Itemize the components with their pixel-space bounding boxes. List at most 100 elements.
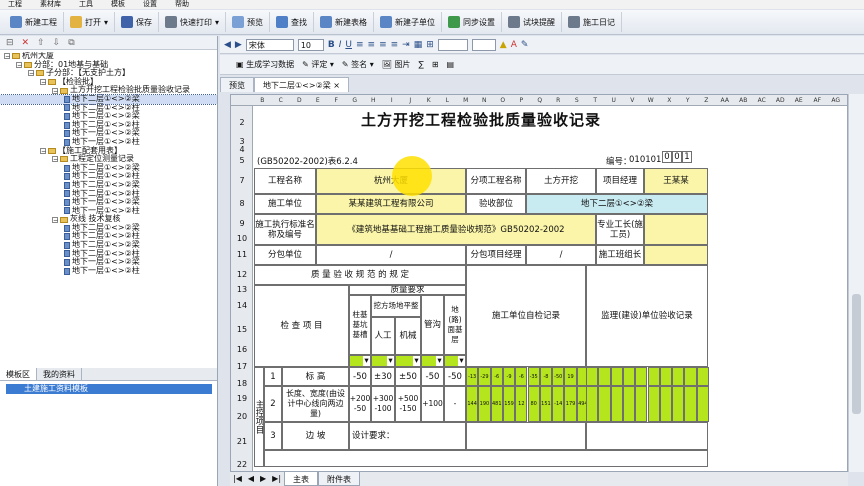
item-name[interactable]: 边 坡 <box>282 422 349 450</box>
scroll-thumb[interactable] <box>852 294 861 414</box>
font-color-icon[interactable]: A <box>511 40 517 50</box>
tab-current-document[interactable]: 地下二层①<>②梁 × <box>254 77 349 92</box>
forward-arrow-icon[interactable]: ▶ <box>235 40 242 50</box>
move-up-icon[interactable]: ⇧ <box>37 38 45 48</box>
merge-icon[interactable]: ⊞ <box>426 40 434 50</box>
item-name[interactable]: 标 高 <box>282 367 349 386</box>
self-check-value[interactable]: 12 <box>515 386 528 422</box>
dropdown-arrow-icon[interactable]: ▾ <box>215 18 219 27</box>
column-header[interactable]: B <box>253 95 272 106</box>
self-check-value[interactable]: -35 <box>527 367 540 386</box>
spec-value[interactable]: - <box>444 386 466 422</box>
check-dropdown[interactable]: ▾ <box>349 355 371 367</box>
column-header[interactable]: S <box>568 95 587 106</box>
supervision-value[interactable] <box>586 367 599 386</box>
row-header[interactable]: 21 <box>231 428 253 456</box>
generate-data-button[interactable]: ▣ 生成学习数据 <box>236 59 294 70</box>
self-check-value[interactable]: 159 <box>502 386 516 422</box>
sub-pm-label[interactable]: 分包项目经理 <box>466 245 526 265</box>
toolbar-button-4[interactable]: 预览 <box>226 12 271 32</box>
field-header[interactable]: 挖方场地平整 <box>371 295 421 317</box>
manual-header[interactable]: 人工 <box>371 317 395 355</box>
column-header[interactable]: V <box>623 95 642 106</box>
project-name-value[interactable]: 杭州大厦 <box>316 168 466 194</box>
picture-button[interactable]: 🖼 图片 <box>382 59 411 70</box>
font-size-select[interactable]: 10 <box>297 38 324 51</box>
check-items-header[interactable]: 检 查 项 目 <box>254 285 349 367</box>
supervision-value[interactable] <box>598 367 611 386</box>
supervision-value[interactable] <box>635 367 648 386</box>
vertical-scrollbar[interactable] <box>848 94 864 472</box>
foreman-value[interactable] <box>644 214 708 245</box>
toolbar-button-5[interactable]: 查找 <box>270 12 315 32</box>
dropdown-arrow-icon[interactable]: ▾ <box>387 356 394 366</box>
column-header[interactable]: D <box>290 95 309 106</box>
self-check-value[interactable]: 19 <box>564 367 577 386</box>
spreadsheet[interactable]: B C D E F G H I J K L M N O P Q R S T U V W X Y Z AA AB AC AD AE AF AG … <box>230 94 848 472</box>
sheet-nav-last-icon[interactable]: ▶| <box>269 472 284 486</box>
self-check-value[interactable]: 80 <box>527 386 540 422</box>
main-control-label[interactable]: 主控项目 <box>254 367 264 467</box>
self-check-value[interactable]: 190 <box>478 386 491 422</box>
spec-value[interactable]: +500 -150 <box>395 386 421 422</box>
column-header[interactable]: M <box>457 95 476 106</box>
quality-req-header[interactable]: 质量要求 <box>349 285 466 295</box>
column-header[interactable]: AA <box>716 95 735 106</box>
column-header[interactable]: AB <box>734 95 753 106</box>
supervision-value[interactable] <box>684 367 697 386</box>
row-header[interactable]: 2 <box>231 107 253 138</box>
dropdown-arrow-icon[interactable]: ▾ <box>458 356 465 366</box>
fill-color-icon[interactable]: ▲ <box>500 40 507 50</box>
expand-toggle-icon[interactable]: − <box>52 156 58 163</box>
column-header[interactable]: L <box>438 95 457 106</box>
column-header[interactable]: AD <box>771 95 790 106</box>
item-no[interactable]: 2 <box>264 386 282 422</box>
self-check-value[interactable]: 179 <box>564 386 577 422</box>
check-dropdown[interactable]: ▾ <box>371 355 395 367</box>
tree-node[interactable]: − 杭州大厦 <box>0 52 217 61</box>
row-header[interactable]: 13 <box>231 285 253 295</box>
column-header[interactable]: AE <box>790 95 809 106</box>
builder-label[interactable]: 施工单位 <box>254 194 316 214</box>
expand-toggle-icon[interactable]: − <box>4 53 10 60</box>
column-header[interactable]: Z <box>697 95 716 106</box>
row-header[interactable]: 18 <box>231 376 253 392</box>
code-box[interactable]: 0 <box>662 151 672 163</box>
project-name-label[interactable]: 工程名称 <box>254 168 316 194</box>
sub-project-label[interactable]: 分项工程名称 <box>466 168 526 194</box>
pm-label[interactable]: 项目经理 <box>596 168 644 194</box>
sign-button[interactable]: ✎ 签名 ▾ <box>342 59 374 70</box>
item-name[interactable]: 长度、宽度(由设计中心线向两边量) <box>282 386 349 422</box>
collapse-icon[interactable]: ⊟ <box>6 38 14 48</box>
column-header[interactable]: P <box>512 95 531 106</box>
column-header[interactable]: W <box>642 95 661 106</box>
tree-node[interactable]: 地下一层①<>②柱 <box>0 266 217 276</box>
accept-part-value[interactable]: 地下二层①<>②梁 <box>526 194 708 214</box>
supervision-value[interactable] <box>610 367 623 386</box>
row-header[interactable]: 12 <box>231 265 253 285</box>
pile-header[interactable]: 柱基基坑基槽 <box>349 295 371 355</box>
self-check-value[interactable]: -50 <box>552 367 565 386</box>
accept-part-label[interactable]: 验收部位 <box>466 194 526 214</box>
column-header[interactable]: J <box>401 95 420 106</box>
left-tab-0[interactable]: 模板区 <box>0 368 37 380</box>
supervision-value[interactable] <box>622 386 636 422</box>
spec-value[interactable]: -50 <box>349 367 371 386</box>
row-header[interactable]: 8 <box>231 194 253 214</box>
self-check-value[interactable]: -29 <box>478 367 491 386</box>
supervision-value[interactable] <box>672 367 685 386</box>
toolbar-button-2[interactable]: 保存 <box>115 12 160 32</box>
self-check-value[interactable]: -6 <box>490 367 503 386</box>
team-value[interactable] <box>644 245 708 265</box>
sub-unit-value[interactable]: / <box>316 245 466 265</box>
sub-project-value[interactable]: 土方开挖 <box>526 168 596 194</box>
underline-icon[interactable]: U <box>345 40 352 50</box>
toolbar-button-0[interactable]: 新建工程 <box>4 12 64 32</box>
self-check-value[interactable]: 481 <box>490 386 503 422</box>
font-select[interactable]: 宋体 <box>245 38 294 51</box>
team-label[interactable]: 施工班组长 <box>596 245 644 265</box>
row-header[interactable]: 7 <box>231 168 253 194</box>
check-dropdown[interactable]: ▾ <box>421 355 444 367</box>
sub-unit-label[interactable]: 分包单位 <box>254 245 316 265</box>
supervision-value[interactable] <box>598 386 611 422</box>
